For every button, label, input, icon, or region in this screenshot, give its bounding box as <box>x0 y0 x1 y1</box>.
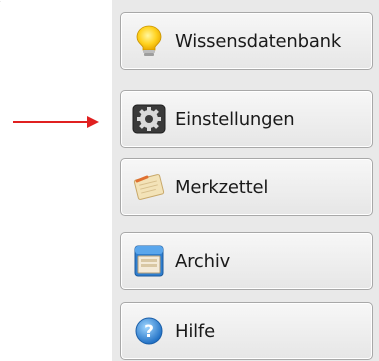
hilfe-label: Hilfe <box>175 320 215 342</box>
annotation-arrow <box>13 116 99 128</box>
merkzettel-button[interactable]: Merkzettel <box>120 158 373 216</box>
gear-icon <box>131 101 167 137</box>
screenshot-stage: . Wissensdatenbank Einstellungen Merkzet… <box>0 0 379 361</box>
einstellungen-label: Einstellungen <box>175 108 295 130</box>
archiv-label: Archiv <box>175 250 231 272</box>
svg-text:?: ? <box>144 322 154 342</box>
lightbulb-icon <box>131 23 167 59</box>
wissensdatenbank-label: Wissensdatenbank <box>175 30 342 52</box>
archive-drawer-icon <box>131 243 167 279</box>
notepad-icon <box>131 169 167 205</box>
hilfe-button[interactable]: ? Hilfe <box>120 302 373 360</box>
einstellungen-button[interactable]: Einstellungen <box>120 90 373 148</box>
corner-mark: . <box>0 0 1 3</box>
archiv-button[interactable]: Archiv <box>120 232 373 290</box>
wissensdatenbank-button[interactable]: Wissensdatenbank <box>120 12 373 70</box>
help-icon: ? <box>131 313 167 349</box>
merkzettel-label: Merkzettel <box>175 176 269 198</box>
